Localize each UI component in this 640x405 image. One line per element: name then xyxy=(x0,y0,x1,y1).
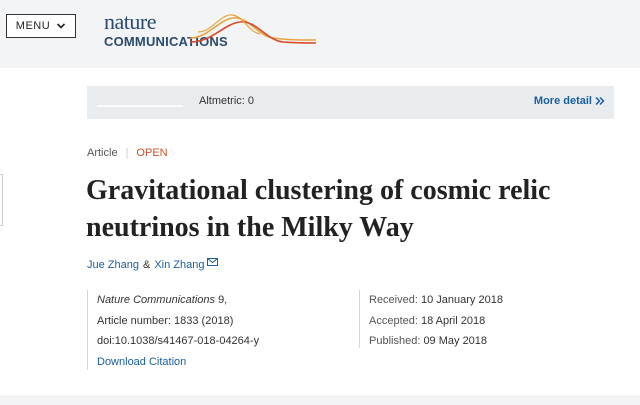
altmetric-score-bar xyxy=(97,105,183,107)
site-logo[interactable]: nature COMMUNICATIONS xyxy=(104,9,319,52)
received-date: 10 January 2018 xyxy=(420,294,503,306)
journal-volume: 9, xyxy=(218,294,228,306)
citation-info: Nature Communications 9, Article number:… xyxy=(87,290,359,370)
chevron-down-icon xyxy=(57,23,66,29)
logo-wave-icon xyxy=(189,14,317,44)
author-link-xin-zhang[interactable]: Xin Zhang xyxy=(154,259,204,271)
side-tab[interactable] xyxy=(0,174,3,226)
logo-nature-text: nature xyxy=(104,9,156,34)
journal-name: Nature Communications xyxy=(97,294,215,306)
envelope-icon[interactable] xyxy=(207,258,219,266)
author-list: Jue Zhang & Xin Zhang xyxy=(87,258,219,271)
menu-label: MENU xyxy=(15,20,51,32)
published-label: Published: xyxy=(369,335,421,347)
received-row: Received: 10 January 2018 xyxy=(369,290,599,311)
more-detail-label: More detail xyxy=(533,95,592,107)
more-detail-link[interactable]: More detail xyxy=(534,95,605,107)
site-header: MENU nature COMMUNICATIONS xyxy=(0,0,640,68)
download-citation-link[interactable]: Download Citation xyxy=(97,352,359,373)
article-type: Article xyxy=(87,147,118,159)
article-number: Article number: 1833 (2018) xyxy=(97,314,234,327)
double-chevron-right-icon xyxy=(595,96,605,106)
meta-divider: | xyxy=(125,147,129,159)
publication-dates: Received: 10 January 2018 Accepted: 18 A… xyxy=(359,290,599,348)
open-access-badge: OPEN xyxy=(136,147,168,159)
footer-strip xyxy=(0,395,640,405)
article-meta: Article | OPEN xyxy=(87,147,168,159)
published-row: Published: 09 May 2018 xyxy=(369,331,599,352)
article-doi: doi:10.1038/s41467-018-04264-y xyxy=(97,335,260,347)
author-link-jue-zhang[interactable]: Jue Zhang xyxy=(87,259,139,271)
author-separator: & xyxy=(142,259,151,271)
article-title: Gravitational clustering of cosmic relic… xyxy=(86,175,551,243)
altmetric-bar: Altmetric: 0 More detail xyxy=(87,86,614,119)
accepted-date: 18 April 2018 xyxy=(420,314,486,327)
menu-button[interactable]: MENU xyxy=(6,14,76,38)
published-date: 09 May 2018 xyxy=(423,335,488,347)
accepted-row: Accepted: 18 April 2018 xyxy=(369,311,599,332)
altmetric-score: Altmetric: 0 xyxy=(199,95,255,107)
journal-line: Nature Communications 9, xyxy=(97,290,359,311)
accepted-label: Accepted: xyxy=(369,314,418,327)
received-label: Received: xyxy=(369,294,418,306)
